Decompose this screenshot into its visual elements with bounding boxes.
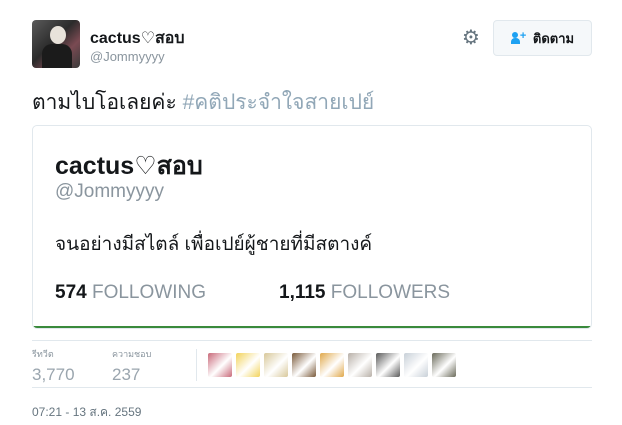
author-name[interactable]: cactus♡สอบ <box>90 26 185 51</box>
following-label: FOLLOWING <box>91 282 206 303</box>
retweets-label: รีทวีต <box>32 349 54 359</box>
author-handle[interactable]: @Jommyyyy <box>90 49 165 64</box>
avatar-body <box>42 44 72 68</box>
follow-button[interactable]: + ติดตาม <box>493 20 592 56</box>
liker-avatar[interactable] <box>264 353 288 377</box>
tweet-hashtag[interactable]: #คติประจำใจสายเปย์ <box>183 91 375 114</box>
liker-avatar[interactable] <box>292 353 316 377</box>
likes-label: ความชอบ <box>112 349 152 359</box>
followers-count: 1,115 <box>279 282 326 303</box>
author-avatar[interactable] <box>32 20 80 68</box>
engagement-stats: รีทวีต 3,770 ความชอบ 237 <box>32 340 592 388</box>
likes-stat[interactable]: ความชอบ 237 <box>112 347 151 385</box>
tweet-body: ตามไบโอเลยค่ะ <box>32 91 183 114</box>
person-add-icon: + <box>510 30 527 44</box>
following-count: 574 <box>55 282 87 303</box>
liker-avatar[interactable] <box>376 353 400 377</box>
followers-stat[interactable]: 1,115 FOLLOWERS <box>279 282 450 304</box>
card-handle: @Jommyyyy <box>55 181 165 202</box>
liker-avatar[interactable] <box>432 353 456 377</box>
tweet-timestamp[interactable]: 07:21 - 13 ส.ค. 2559 <box>32 403 141 422</box>
card-name: cactus♡สอบ <box>55 152 203 180</box>
liker-avatar[interactable] <box>404 353 428 377</box>
liker-avatar[interactable] <box>348 353 372 377</box>
liker-avatar[interactable] <box>236 353 260 377</box>
retweet-stat[interactable]: รีทวีต 3,770 <box>32 347 75 385</box>
profile-card[interactable]: cactus♡สอบ @Jommyyyy จนอย่างมีสไตล์ เพื่… <box>32 125 592 329</box>
follow-button-label: ติดตาม <box>532 30 575 46</box>
following-stat[interactable]: 574 FOLLOWING <box>55 282 206 304</box>
liker-avatars <box>208 353 456 377</box>
retweets-value: 3,770 <box>32 365 75 384</box>
card-bio: จนอย่างมีสไตล์ เพื่อเปย์ผู้ชายที่มีสตางค… <box>55 234 373 255</box>
stats-divider <box>196 349 197 381</box>
avatar-head <box>50 26 66 44</box>
gear-icon[interactable]: ⚙ <box>460 27 482 49</box>
card-accent-bar <box>33 326 591 328</box>
tweet-header: cactus♡สอบ @Jommyyyy ⚙ + ติดตาม <box>32 20 592 68</box>
tweet-text: ตามไบโอเลยค่ะ #คติประจำใจสายเปย์ <box>32 86 374 119</box>
liker-avatar[interactable] <box>320 353 344 377</box>
followers-label: FOLLOWERS <box>330 282 451 303</box>
likes-value: 237 <box>112 365 141 384</box>
liker-avatar[interactable] <box>208 353 232 377</box>
